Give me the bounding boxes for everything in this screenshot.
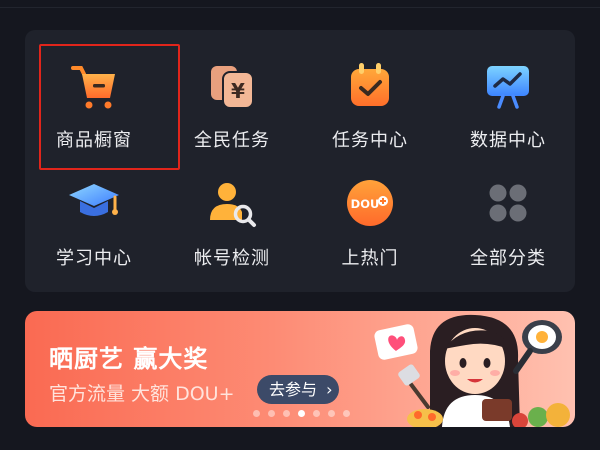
calendar-check-icon: [343, 60, 397, 110]
svg-text:DOU: DOU: [351, 197, 380, 211]
grid-item-label: 帐号检测: [194, 248, 270, 269]
selection-highlight-box: [39, 44, 180, 170]
promo-banner[interactable]: 晒厨艺 赢大奖 官方流量 大额 DOU+ 去参与 ›: [25, 311, 575, 427]
user-search-icon: [205, 178, 259, 228]
carousel-dot-active[interactable]: [298, 410, 305, 417]
carousel-dots: [253, 410, 350, 417]
grid-item-task-center[interactable]: 任务中心: [301, 30, 439, 151]
grid-item-account-check[interactable]: 帐号检测: [163, 148, 301, 269]
yuan-coins-icon: ¥: [205, 60, 259, 110]
grid-item-label: 学习中心: [56, 248, 132, 269]
svg-text:¥: ¥: [231, 79, 245, 103]
carousel-dot[interactable]: [283, 410, 290, 417]
heart-bubble-icon: [374, 324, 418, 360]
top-divider: [0, 0, 600, 8]
join-button[interactable]: 去参与 ›: [257, 375, 339, 404]
chevron-right-icon: ›: [326, 380, 333, 399]
grid-item-all-people-tasks[interactable]: ¥ 全民任务: [163, 30, 301, 151]
grid-item-label: 上热门: [341, 248, 399, 269]
data-chart-board-icon: [481, 60, 535, 110]
carousel-dot[interactable]: [253, 410, 260, 417]
banner-subtitle: 官方流量 大额 DOU+: [49, 383, 235, 405]
graduation-cap-icon: [67, 178, 121, 228]
grid-item-label: 全部分类: [470, 248, 546, 269]
grid-item-data-center[interactable]: 数据中心: [439, 30, 577, 151]
carousel-dot[interactable]: [313, 410, 320, 417]
grid-item-go-trending[interactable]: DOU 上热门: [301, 148, 439, 269]
all-categories-grid-icon: [481, 178, 535, 228]
join-button-label: 去参与: [269, 380, 318, 399]
carousel-dot[interactable]: [343, 410, 350, 417]
banner-title: 晒厨艺 赢大奖: [49, 345, 209, 373]
grid-item-all-categories[interactable]: 全部分类: [439, 148, 577, 269]
dou-plus-icon: DOU: [343, 178, 397, 228]
cooking-girl-illustration: [370, 311, 575, 427]
carousel-dot[interactable]: [328, 410, 335, 417]
carousel-dot[interactable]: [268, 410, 275, 417]
